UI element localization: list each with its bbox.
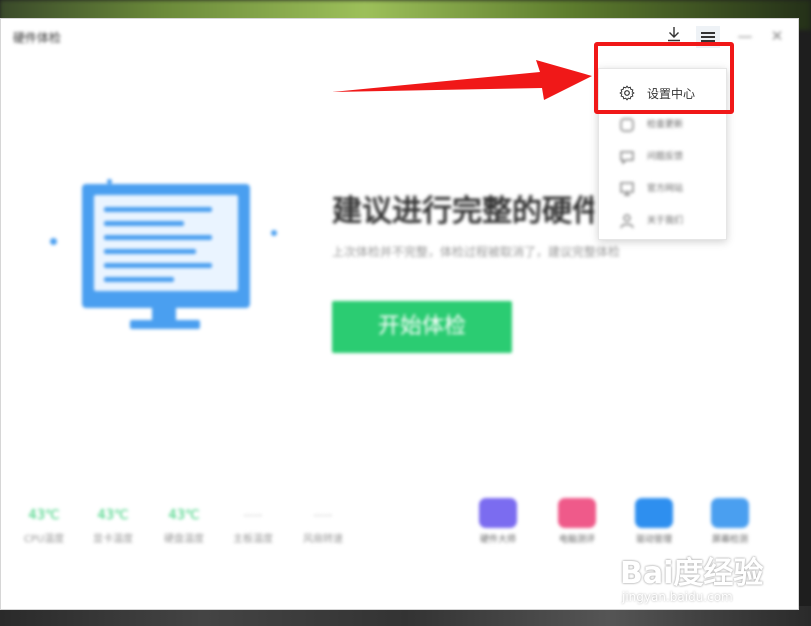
watermark-url: jingyan.baidu.com xyxy=(622,590,733,604)
decor-dot xyxy=(50,238,57,245)
tool-screen-check[interactable]: 屏幕检测 xyxy=(698,498,762,545)
page-subline: 上次体检并不完整，体检过程被取消了，建议完整体检 xyxy=(332,245,621,259)
menu-item-label: 关于我们 xyxy=(647,216,684,226)
stat-value: 43℃ xyxy=(168,508,200,523)
stat-label: 风扇转速 xyxy=(303,534,343,545)
watermark-brand: Bai度经验 xyxy=(620,556,764,591)
tool-pc-benchmark[interactable]: 电脑测评 xyxy=(545,498,609,545)
pc-benchmark-icon xyxy=(558,498,596,528)
highlight-box xyxy=(594,42,734,114)
display-line xyxy=(104,249,196,254)
tool-driver-manager[interactable]: 驱动管理 xyxy=(622,498,686,545)
driver-manager-icon xyxy=(635,498,673,528)
stat-value: ---- xyxy=(313,508,333,523)
stat-disk-temp: 43℃ 硬盘温度 xyxy=(154,508,214,545)
stat-cpu-temp: 43℃ CPU温度 xyxy=(14,508,74,545)
decor-dot xyxy=(271,230,277,236)
screen-check-icon xyxy=(711,498,749,528)
tool-hardware-master[interactable]: 硬件大师 xyxy=(466,498,530,545)
menu-item-label: 官方网站 xyxy=(647,184,684,194)
tool-label: 驱动管理 xyxy=(635,535,672,545)
stat-fan-speed: ---- 风扇转速 xyxy=(293,508,353,545)
minimize-button[interactable]: — xyxy=(735,26,755,46)
monitor-display xyxy=(94,195,238,291)
stat-value: ---- xyxy=(243,508,263,523)
feedback-icon xyxy=(619,149,635,165)
monitor-base xyxy=(130,320,200,329)
monitor-screen xyxy=(82,184,250,308)
menu-item-about[interactable]: 关于我们 xyxy=(599,205,726,237)
menu-item-label: 问题反馈 xyxy=(647,152,684,162)
display-line xyxy=(104,221,184,226)
refresh-icon xyxy=(619,117,635,133)
download-glyph xyxy=(668,27,680,42)
close-button[interactable]: ✕ xyxy=(767,26,787,46)
menu-item-label: 检查更新 xyxy=(647,120,684,130)
menu-bar xyxy=(701,32,715,34)
stat-board-temp: ---- 主板温度 xyxy=(223,508,283,545)
menu-item-feedback[interactable]: 问题反馈 xyxy=(599,141,726,173)
stat-value: 43℃ xyxy=(28,508,60,523)
tool-label: 硬件大师 xyxy=(479,535,516,545)
display-line xyxy=(104,263,212,268)
stat-label: CPU温度 xyxy=(23,534,65,545)
red-arrow-icon xyxy=(332,60,592,100)
display-line xyxy=(104,207,212,212)
menu-bar xyxy=(701,36,715,38)
stat-label: 硬盘温度 xyxy=(164,534,204,545)
monitor-icon xyxy=(619,181,635,197)
stat-gpu-temp: 43℃ 显卡温度 xyxy=(83,508,143,545)
baidu-jingyan-watermark: Bai度经验 jingyan.baidu.com xyxy=(620,548,800,608)
page-headline: 建议进行完整的硬件 xyxy=(332,194,594,229)
stat-label: 主板温度 xyxy=(233,534,273,545)
stat-value: 43℃ xyxy=(97,508,129,523)
display-line xyxy=(104,277,174,282)
user-icon xyxy=(619,213,635,229)
display-line xyxy=(104,235,212,240)
window-title: 硬件体检 xyxy=(13,31,62,45)
tool-label: 屏幕检测 xyxy=(711,535,748,545)
menu-item-website[interactable]: 官方网站 xyxy=(599,173,726,205)
start-check-button[interactable]: 开始体检 xyxy=(332,301,512,353)
stat-label: 显卡温度 xyxy=(93,534,133,545)
hardware-master-icon xyxy=(479,498,517,528)
tool-label: 电脑测评 xyxy=(558,535,595,545)
